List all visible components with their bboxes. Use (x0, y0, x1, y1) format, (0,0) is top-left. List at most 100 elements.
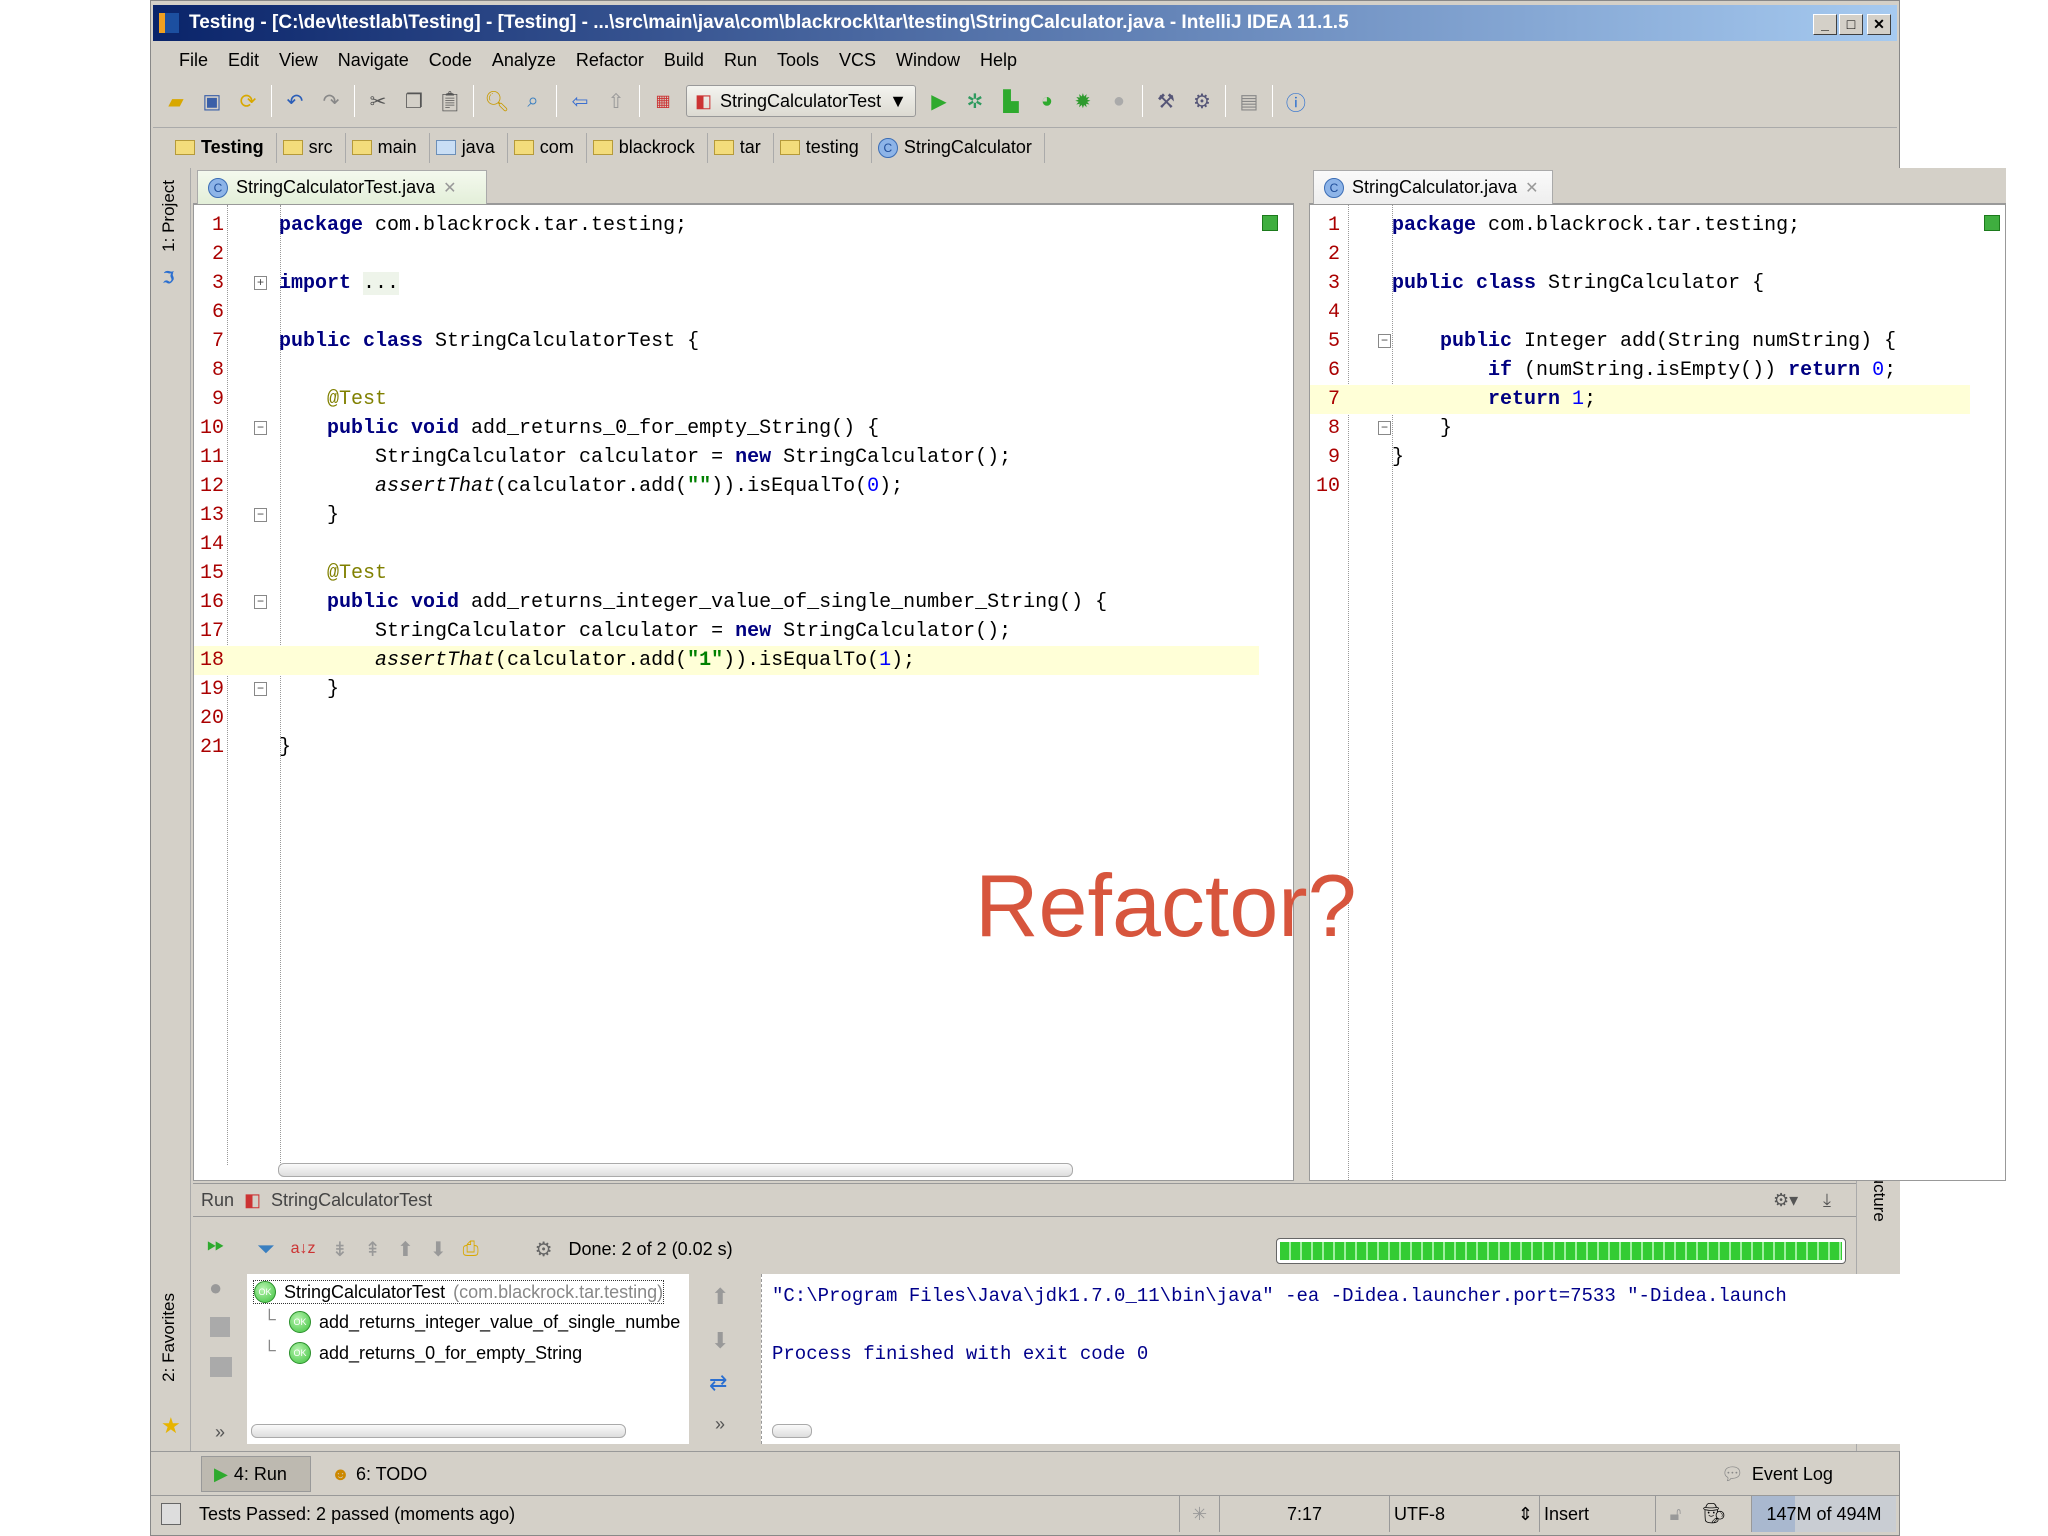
breadcrumb-com[interactable]: com (508, 132, 587, 163)
menu-navigate[interactable]: Navigate (328, 50, 419, 71)
redo-icon[interactable]: ↷ (318, 88, 344, 114)
no-errors-marker[interactable] (1262, 215, 1278, 231)
close-button[interactable]: ✕ (1867, 14, 1891, 35)
menu-edit[interactable]: Edit (218, 50, 269, 71)
right-code-editor[interactable]: package com.blackrock.tar.testing; 1 2 publ… (1309, 204, 2006, 1181)
project-structure-icon[interactable]: ⚙ (1189, 88, 1215, 114)
collapse-fold-icon[interactable]: − (254, 595, 267, 609)
filter-passed-icon[interactable]: ⏷ (257, 1236, 275, 1262)
pause-output-icon[interactable]: ● (209, 1275, 222, 1301)
collapse-fold-icon[interactable]: − (254, 508, 267, 522)
run-configuration-dropdown[interactable]: ◧ StringCalculatorTest ▼ (686, 85, 916, 117)
copy-icon[interactable]: ❐ (401, 88, 427, 114)
export-results-icon[interactable]: ⎙ (463, 1238, 479, 1261)
tab-string-calculator-test[interactable]: C StringCalculatorTest.java ✕ (197, 170, 487, 204)
collapse-fold-icon[interactable]: − (1378, 421, 1391, 435)
minimize-button[interactable]: _ (1813, 14, 1837, 35)
collapse-fold-icon[interactable]: − (1378, 334, 1391, 348)
menu-run[interactable]: Run (714, 50, 767, 71)
menu-analyze[interactable]: Analyze (482, 50, 566, 71)
back-icon[interactable]: ⇦ (567, 88, 593, 114)
test-results-tree[interactable]: OK StringCalculatorTest (com.blackrock.tar… (247, 1274, 689, 1444)
test-tree-item[interactable]: OK StringCalculatorTest (com.blackrock.tar… (253, 1280, 665, 1304)
build-artifacts-icon[interactable]: ✹ (1070, 88, 1096, 114)
breadcrumb-tar[interactable]: tar (708, 132, 774, 163)
event-log-button[interactable]: 💬︎ Event Log (1721, 1456, 1833, 1492)
no-errors-marker[interactable] (1984, 215, 2000, 231)
breadcrumb-main[interactable]: main (346, 132, 430, 163)
up-arrow-icon[interactable]: ⬆ (711, 1284, 729, 1310)
breadcrumb-testing[interactable]: testing (774, 132, 872, 163)
run-icon[interactable]: ▶ (926, 88, 952, 114)
replace-icon[interactable]: ⌕ (520, 88, 546, 114)
todo-tool-tab[interactable]: ☻ 6: TODO (331, 1456, 427, 1492)
menu-vcs[interactable]: VCS (829, 50, 886, 71)
test-tree-item[interactable]: └ OK add_returns_0_for_empty_String (263, 1340, 582, 1364)
run-with-coverage-icon[interactable]: ▙ (998, 88, 1024, 114)
background-tasks-icon[interactable]: ✳ (1179, 1496, 1219, 1532)
tree-scrollbar[interactable] (251, 1424, 626, 1438)
structure-view-icon[interactable]: ℑ (163, 268, 174, 288)
hide-panel-icon[interactable]: ⤓ (1823, 1190, 1831, 1211)
debug-icon[interactable]: ✲ (962, 88, 988, 114)
insert-mode[interactable]: Insert (1539, 1496, 1655, 1532)
console-scrollbar[interactable] (772, 1424, 812, 1438)
menu-refactor[interactable]: Refactor (566, 50, 654, 71)
paste-icon[interactable]: 📋︎ (437, 88, 463, 114)
run-config-name[interactable]: StringCalculatorTest (271, 1190, 432, 1211)
undo-icon[interactable]: ↶ (282, 88, 308, 114)
breadcrumb-blackrock[interactable]: blackrock (587, 132, 708, 163)
run-tool-tab[interactable]: ▶ 4: Run (201, 1456, 311, 1492)
console-output[interactable]: "C:\Program Files\Java\jdk1.7.0_11\bin\j… (761, 1274, 2001, 1444)
gear-icon[interactable]: ⚙▾ (1773, 1190, 1798, 1211)
stop-icon[interactable]: ● (1106, 88, 1132, 114)
menu-window[interactable]: Window (886, 50, 970, 71)
menu-tools[interactable]: Tools (767, 50, 829, 71)
breadcrumb-stringcalculator[interactable]: C StringCalculator (872, 132, 1045, 163)
breadcrumb-testing[interactable]: Testing (169, 132, 277, 163)
forward-icon[interactable]: ⇧ (603, 88, 629, 114)
template-icon[interactable]: ▤ (1236, 88, 1262, 114)
inspector-icon[interactable]: 🕵︎ (1701, 1496, 1726, 1532)
expand-all-icon[interactable]: ⇟ (332, 1237, 349, 1262)
open-folder-icon[interactable]: ▰ (163, 88, 189, 114)
toggle-tool-windows-icon[interactable] (161, 1503, 181, 1525)
close-tab-icon[interactable]: ✕ (443, 178, 456, 198)
test-tree-item[interactable]: └ OK add_returns_integer_value_of_single_n… (263, 1309, 680, 1333)
memory-indicator[interactable]: 147M of 494M (1751, 1496, 1896, 1532)
breadcrumb-src[interactable]: src (277, 132, 346, 163)
save-icon[interactable]: ▣ (199, 88, 225, 114)
previous-failed-icon[interactable]: ⬆ (397, 1237, 414, 1262)
settings-icon[interactable]: ⚒ (1153, 88, 1179, 114)
lock-icon[interactable]: 🔓︎ (1655, 1496, 1695, 1532)
menu-file[interactable]: File (169, 50, 218, 71)
soft-wrap-icon[interactable]: ⇄ (709, 1370, 727, 1396)
find-icon[interactable]: 🔍︎ (484, 88, 510, 114)
make-project-icon[interactable]: ▦ (650, 88, 676, 114)
menu-view[interactable]: View (269, 50, 328, 71)
help-icon[interactable]: ⓘ (1283, 88, 1309, 115)
menu-help[interactable]: Help (970, 50, 1027, 71)
more-icon[interactable]: » (215, 1422, 225, 1443)
horizontal-scrollbar[interactable] (278, 1163, 1073, 1177)
tab-string-calculator[interactable]: C StringCalculator.java ✕ (1313, 170, 1553, 204)
breadcrumb-java[interactable]: java (430, 132, 508, 163)
next-failed-icon[interactable]: ⬇ (430, 1237, 447, 1262)
sync-icon[interactable]: ⟳ (235, 88, 261, 114)
down-arrow-icon[interactable]: ⬇ (711, 1328, 729, 1354)
collapse-fold-icon[interactable]: − (254, 421, 267, 435)
stop-icon[interactable] (210, 1317, 230, 1337)
menu-code[interactable]: Code (419, 50, 482, 71)
sort-alpha-icon[interactable]: a↓z (291, 1240, 316, 1258)
close-tab-icon[interactable]: ✕ (1525, 178, 1538, 198)
collapse-all-icon[interactable]: ⇞ (364, 1237, 381, 1262)
menu-build[interactable]: Build (654, 50, 714, 71)
cut-icon[interactable]: ✂ (365, 88, 391, 114)
caret-position[interactable]: 7:17 (1219, 1496, 1389, 1532)
favorites-tool-button[interactable]: 2: Favorites (159, 1293, 179, 1382)
more-icon[interactable]: » (715, 1414, 725, 1435)
encoding-selector[interactable]: UTF-8 ⇕ (1389, 1496, 1539, 1532)
editor-splitter[interactable] (1294, 168, 1309, 1181)
settings-gear-icon[interactable]: ⚙ (535, 1237, 553, 1262)
expand-fold-icon[interactable]: + (254, 276, 267, 290)
